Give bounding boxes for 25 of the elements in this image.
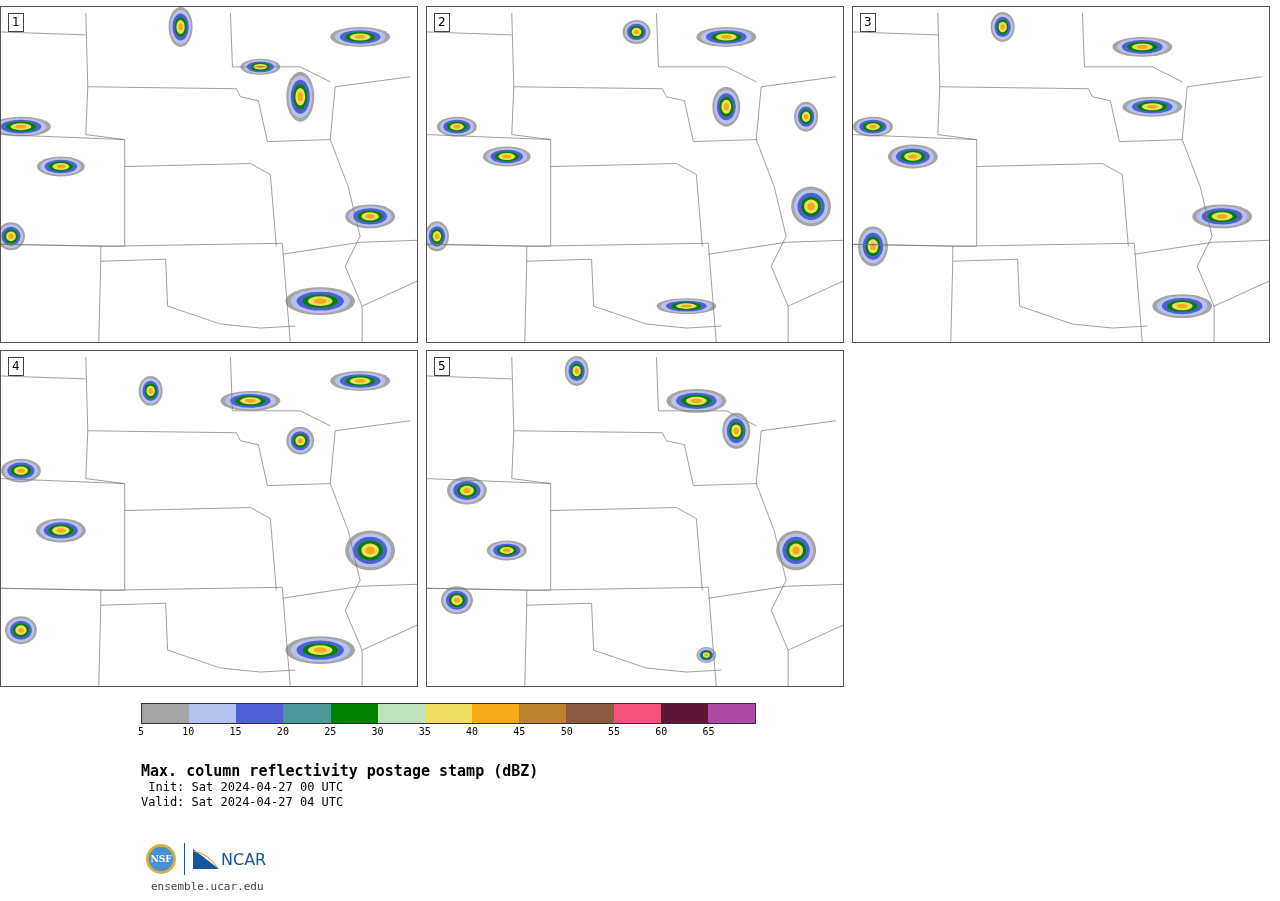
tick-label: 50 [559,725,574,739]
ncar-logo: NCAR [221,849,267,869]
site-url: ensemble.ucar.edu [151,880,265,893]
valid-time: Valid: Sat 2024-04-27 04 UTC [141,795,345,810]
panel-number: 4 [8,357,24,376]
init-time: Init: Sat 2024-04-27 00 UTC [147,780,345,795]
tick-label: 35 [417,725,432,739]
tick-label: 20 [275,725,290,739]
panel-number: 2 [434,13,450,32]
swoosh-icon [193,849,219,869]
tick-label: 25 [323,725,338,739]
tick-label: 60 [654,725,669,739]
nsf-logo: NSF [146,844,176,874]
tick-label: 40 [465,725,480,739]
tick-label: 65 [701,725,716,739]
tick-label: 10 [181,725,196,739]
panel-number: 3 [860,13,876,32]
tick-label: 45 [512,725,527,739]
tick-label: 30 [370,725,385,739]
tick-label: 15 [228,725,243,739]
tick-label: 5 [137,725,145,739]
panel-number: 1 [8,13,24,32]
tick-label: 55 [606,725,621,739]
chart-title: Max. column reflectivity postage stamp (dBZ) [141,762,540,780]
panel-number: 5 [434,357,450,376]
